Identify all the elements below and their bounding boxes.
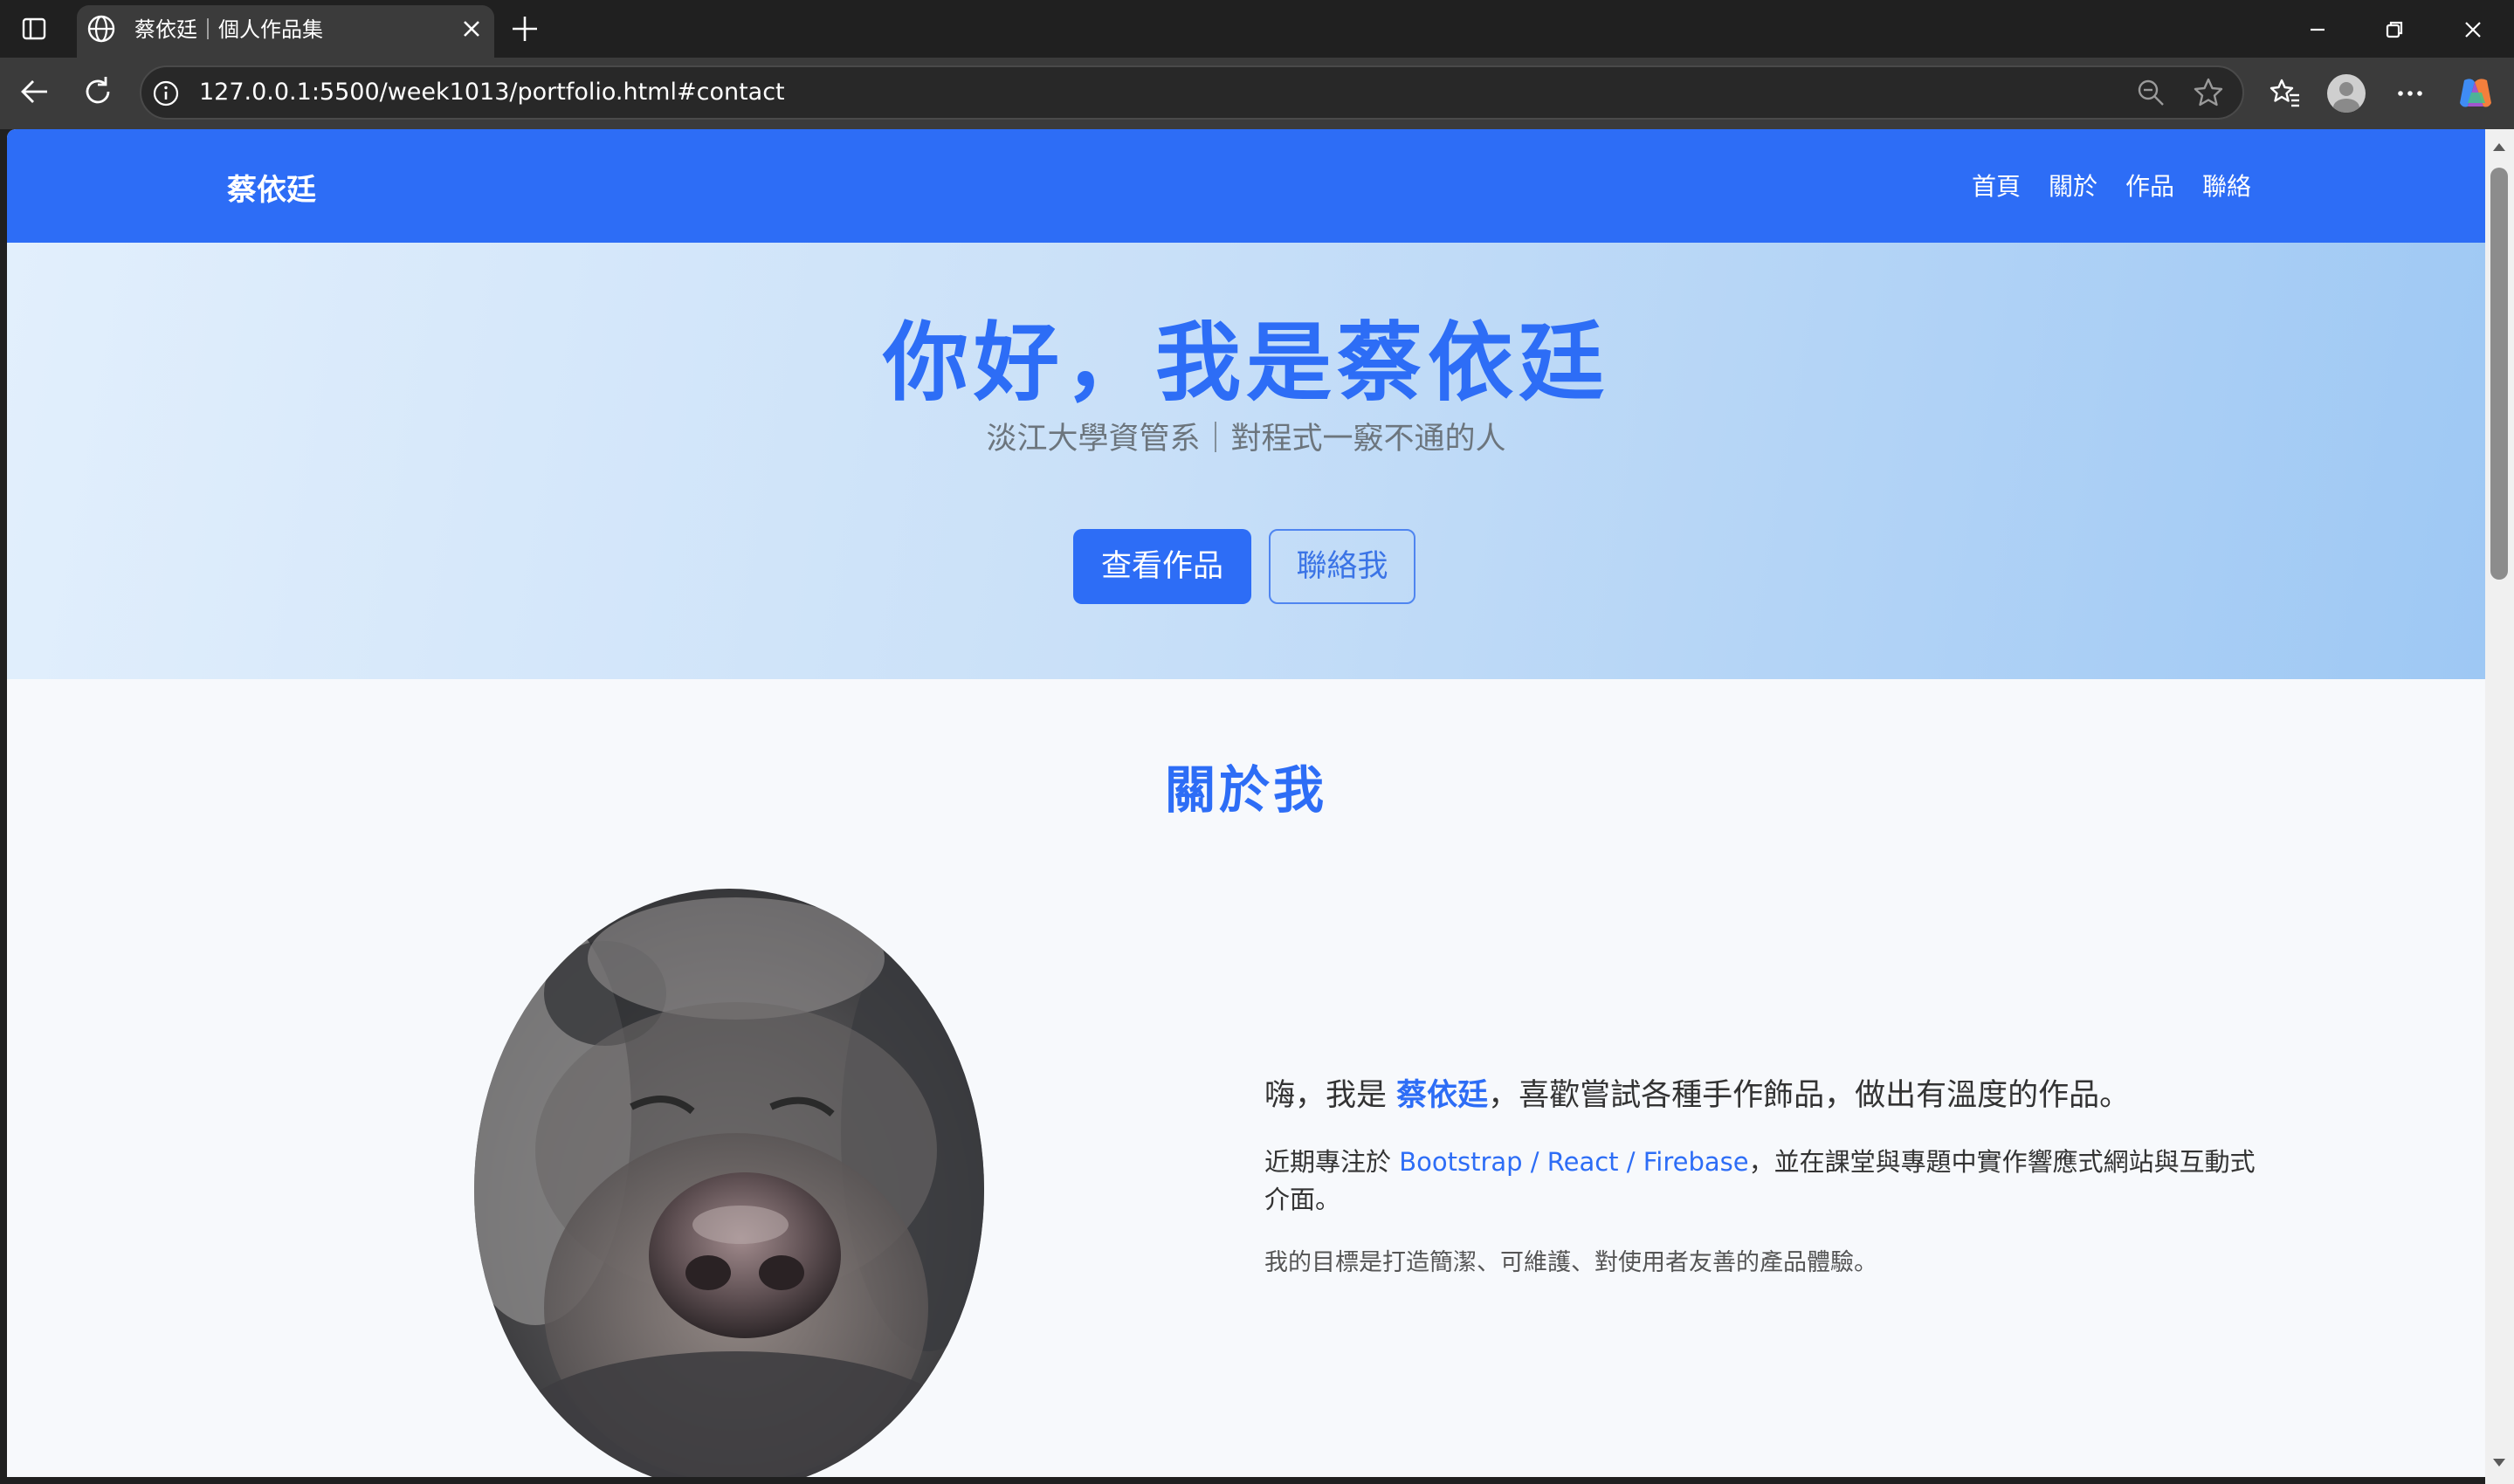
about-lead: 嗨，我是 蔡依廷，喜歡嘗試各種手作飾品，做出有溫度的作品。 <box>1264 1070 2130 1115</box>
lead-suffix: ，喜歡嘗試各種手作飾品，做出有溫度的作品。 <box>1488 1078 2131 1113</box>
site-brand[interactable]: 蔡依廷 <box>227 166 316 209</box>
about-paragraph-1: 近期專注於 Bootstrap / React / Firebase，並在課堂與… <box>1264 1144 2260 1219</box>
favorites-icon[interactable] <box>2269 76 2302 109</box>
nav-link-contact[interactable]: 聯絡 <box>2202 168 2251 203</box>
lead-prefix: 嗨，我是 <box>1264 1078 1397 1113</box>
profile-icon[interactable] <box>2327 74 2366 113</box>
scroll-up-icon[interactable] <box>2490 138 2509 157</box>
view-works-button[interactable]: 查看作品 <box>1073 529 1251 604</box>
profile-photo <box>474 889 984 1477</box>
site-navbar: 蔡依廷 首頁 關於 作品 聯絡 <box>7 129 2485 243</box>
hero-subtitle: 淡江大學資管系｜對程式一竅不通的人 <box>986 422 1506 457</box>
copilot-icon[interactable] <box>2455 73 2496 113</box>
back-icon[interactable] <box>17 74 52 109</box>
tab-title: 蔡依廷｜個人作品集 <box>134 17 323 42</box>
about-title: 關於我 <box>1164 760 1327 820</box>
nav-link-works[interactable]: 作品 <box>2125 168 2174 203</box>
info-icon[interactable] <box>152 79 180 107</box>
nav-links: 首頁 關於 作品 聯絡 <box>1972 168 2251 203</box>
contact-me-button[interactable]: 聯絡我 <box>1269 529 1415 604</box>
scroll-down-icon[interactable] <box>2490 1453 2509 1472</box>
reload-icon[interactable] <box>80 74 115 109</box>
globe-icon <box>87 15 115 43</box>
restore-icon[interactable] <box>2377 12 2412 47</box>
hero-section: 你好，我是蔡依廷 淡江大學資管系｜對程式一竅不通的人 查看作品 聯絡我 <box>7 243 2485 679</box>
more-icon[interactable] <box>2393 76 2428 111</box>
nav-link-home[interactable]: 首頁 <box>1972 168 2021 203</box>
close-window-icon[interactable] <box>2455 12 2490 47</box>
lead-name: 蔡依廷 <box>1396 1078 1489 1113</box>
about-paragraph-2: 我的目標是打造簡潔、可維護、對使用者友善的產品體驗。 <box>1264 1249 1877 1276</box>
zoom-out-icon[interactable] <box>2136 78 2166 107</box>
star-icon[interactable] <box>2192 76 2225 109</box>
close-icon[interactable] <box>458 15 486 43</box>
nav-link-about[interactable]: 關於 <box>2049 168 2097 203</box>
sidebar-toggle-icon[interactable] <box>21 16 47 42</box>
url-text[interactable]: 127.0.0.1:5500/week1013/portfolio.html#c… <box>199 79 785 106</box>
minimize-icon[interactable] <box>2300 12 2335 47</box>
hero-title: 你好，我是蔡依廷 <box>882 313 1609 413</box>
avatar <box>2333 82 2359 113</box>
plus-icon[interactable] <box>508 12 541 45</box>
p1-prefix: 近期專注於 <box>1264 1147 1400 1177</box>
tech-stack-link[interactable]: Bootstrap / React / Firebase <box>1399 1147 1748 1177</box>
page-viewport: 蔡依廷 首頁 關於 作品 聯絡 你好，我是蔡依廷 淡江大學資管系｜對程式一竅不通… <box>7 129 2485 1477</box>
scrollbar-thumb[interactable] <box>2490 168 2508 580</box>
dog-photo <box>474 889 984 1477</box>
